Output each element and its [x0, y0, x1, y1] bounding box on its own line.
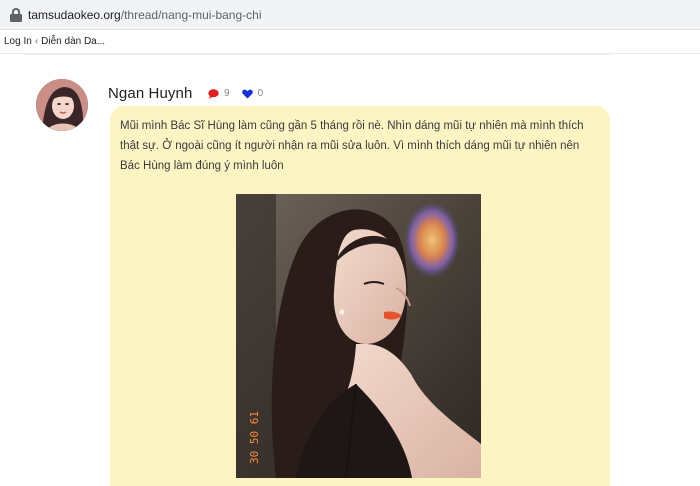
forum-post: Ngan Huynh 9 0 Mũi mình Bác Sĩ Hùng làm … — [24, 54, 610, 486]
lock-icon — [10, 7, 22, 22]
breadcrumb: Log In ‹ Diễn dàn Da... — [0, 30, 700, 54]
url-path: /thread/nang-mui-bang-chi — [120, 7, 262, 22]
breadcrumb-separator: ‹ — [34, 36, 39, 47]
url-host: tamsudaokeo.org — [28, 7, 121, 22]
login-link[interactable]: Log In — [4, 36, 32, 47]
post-body: Mũi mình Bác Sĩ Hùng làm cũng gần 5 thán… — [120, 120, 584, 172]
url-text[interactable]: tamsudaokeo.org/thread/nang-mui-bang-chi — [28, 8, 261, 22]
comment-count: 9 — [224, 88, 230, 99]
comment-icon — [208, 88, 219, 99]
like-stat[interactable]: 0 — [241, 88, 264, 99]
post-content: Mũi mình Bác Sĩ Hùng làm cũng gần 5 thán… — [110, 106, 610, 486]
photo-date-stamp: 30 50 61 — [248, 411, 261, 464]
forum-link[interactable]: Diễn dàn Da... — [41, 36, 105, 47]
post-photo[interactable]: 30 50 61 — [236, 194, 481, 478]
like-count: 0 — [257, 88, 264, 99]
avatar[interactable] — [36, 79, 88, 131]
heart-icon — [241, 89, 253, 98]
author-name[interactable]: Ngan Huynh — [108, 85, 192, 102]
address-bar[interactable]: tamsudaokeo.org/thread/nang-mui-bang-chi — [0, 0, 700, 30]
comment-stat[interactable]: 9 — [208, 88, 230, 99]
post-stats: 9 0 — [208, 88, 275, 99]
